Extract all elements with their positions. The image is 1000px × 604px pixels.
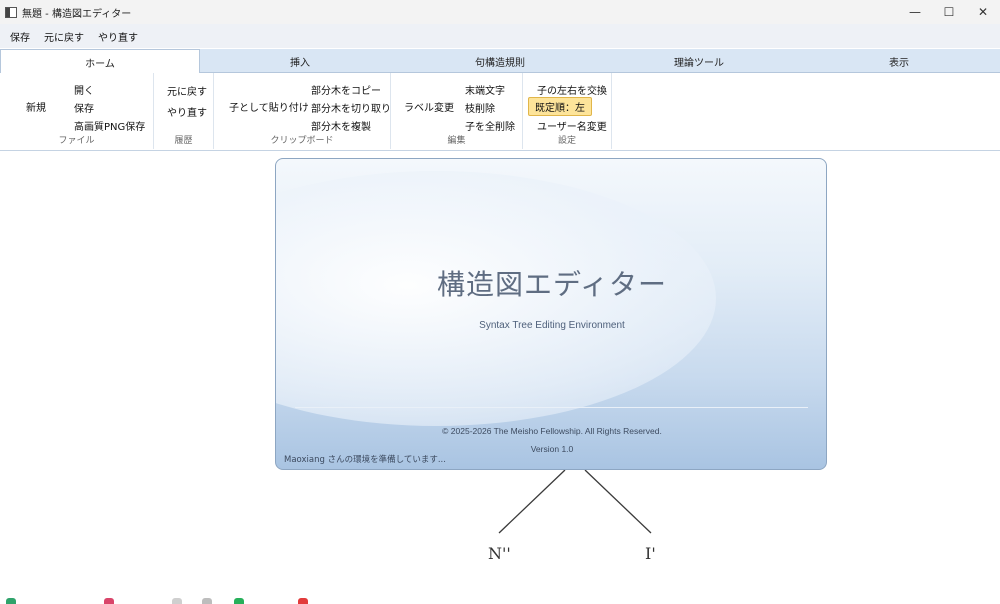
undo-button[interactable]: 元に戻す: [167, 83, 207, 98]
taskbar-icon: [104, 598, 114, 604]
group-clipboard: 子として貼り付け 部分木をコピー 部分木を切り取り 部分木を複製 クリップボード: [214, 73, 391, 149]
close-button[interactable]: ✕: [966, 0, 1000, 24]
taskbar-edge: [0, 598, 1000, 604]
maximize-button[interactable]: ☐: [932, 0, 966, 24]
duplicate-subtree-button[interactable]: 部分木を複製: [311, 118, 371, 133]
group-label-file: ファイル: [58, 136, 95, 146]
splash-title: 構造図エディター: [436, 268, 668, 301]
terminal-text-button[interactable]: 末端文字: [465, 82, 505, 97]
group-label-clipboard: クリップボード: [270, 136, 334, 146]
tree-node-left[interactable]: N'': [488, 544, 511, 563]
change-username-button[interactable]: ユーザー名変更: [537, 118, 607, 133]
group-label-settings: 設定: [557, 136, 576, 146]
quick-save-button[interactable]: 保存: [10, 29, 30, 44]
delete-branch-button[interactable]: 枝削除: [465, 100, 495, 115]
splash-status: Maoxiang さんの環境を準備しています...: [284, 455, 446, 465]
quick-undo-button[interactable]: 元に戻す: [44, 29, 84, 44]
taskbar-icon: [172, 598, 182, 604]
delete-all-children-button[interactable]: 子を全削除: [465, 118, 515, 133]
change-label-button[interactable]: ラベル変更: [404, 99, 454, 114]
title-bar: 無題 - 構造図エディター — ☐ ✕: [0, 0, 1000, 24]
redo-button[interactable]: やり直す: [167, 104, 207, 119]
ribbon-tabs: ホーム 挿入 句構造規則 理論ツール 表示: [0, 49, 1000, 74]
tab-view[interactable]: 表示: [798, 49, 1000, 73]
paste-as-child-button[interactable]: 子として貼り付け: [229, 99, 309, 114]
copy-subtree-button[interactable]: 部分木をコピー: [311, 82, 381, 97]
tab-theory-tools[interactable]: 理論ツール: [600, 49, 798, 73]
group-label-history: 履歴: [174, 136, 193, 146]
minimize-button[interactable]: —: [898, 0, 932, 24]
window-title: 無題 - 構造図エディター: [22, 8, 132, 20]
ribbon-panel: 新規 開く 保存 高画質PNG保存 ファイル 元に戻す やり直す 履歴 子として…: [0, 73, 1000, 151]
swap-children-button[interactable]: 子の左右を交換: [537, 82, 607, 97]
group-edit: ラベル変更 末端文字 枝削除 子を全削除 編集: [391, 73, 523, 149]
splash-screen: 構造図エディター Syntax Tree Editing Environment…: [275, 158, 827, 470]
splash-subtitle: Syntax Tree Editing Environment: [479, 320, 625, 331]
quick-redo-button[interactable]: やり直す: [98, 29, 138, 44]
window-controls: — ☐ ✕: [898, 0, 1000, 24]
group-settings: 子の左右を交換 既定順：左 ユーザー名変更 設定: [523, 73, 612, 149]
tab-phrase-structure-rules[interactable]: 句構造規則: [400, 49, 600, 73]
tree-node-right[interactable]: I': [645, 544, 656, 563]
cut-subtree-button[interactable]: 部分木を切り取り: [311, 100, 391, 115]
splash-divider: [295, 407, 808, 408]
taskbar-icon: [6, 598, 16, 604]
new-button[interactable]: 新規: [26, 99, 46, 114]
group-history: 元に戻す やり直す 履歴: [154, 73, 214, 149]
taskbar-icon: [298, 598, 308, 604]
splash-copyright: © 2025-2026 The Meisho Fellowship. All R…: [442, 426, 662, 436]
group-label-edit: 編集: [447, 136, 466, 146]
save-button[interactable]: 保存: [74, 100, 94, 115]
save-png-button[interactable]: 高画質PNG保存: [74, 118, 145, 133]
taskbar-icon: [202, 598, 212, 604]
tab-insert[interactable]: 挿入: [200, 49, 400, 73]
taskbar-icon: [234, 598, 244, 604]
tab-home[interactable]: ホーム: [0, 49, 200, 74]
open-button[interactable]: 開く: [74, 82, 94, 97]
default-order-button[interactable]: 既定順：左: [528, 97, 592, 116]
group-file: 新規 開く 保存 高画質PNG保存 ファイル: [0, 73, 154, 149]
quick-access-toolbar: 保存 元に戻す やり直す: [0, 24, 1000, 48]
app-icon: [5, 6, 17, 18]
